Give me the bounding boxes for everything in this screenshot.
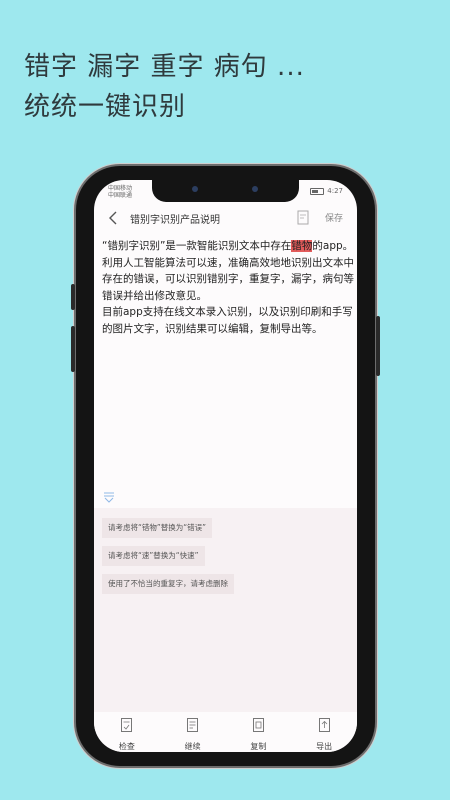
copy-button[interactable]: 复制 bbox=[226, 712, 292, 752]
nav-bar: 错别字识别产品说明 保存 bbox=[94, 204, 357, 232]
copy-label: 复制 bbox=[250, 742, 267, 751]
suggestion-item[interactable]: 请考虑将“错物”替换为“错误” bbox=[102, 518, 213, 538]
collapse-arrow-icon[interactable] bbox=[102, 490, 116, 504]
phone-mute-switch bbox=[71, 284, 75, 310]
paragraph-1-before: “错别字识别”是一款智能识别文本中存在 bbox=[102, 240, 292, 252]
camera-icon bbox=[192, 186, 198, 192]
back-chevron-icon[interactable] bbox=[106, 209, 122, 227]
carrier-1: 中国移动 bbox=[108, 185, 133, 192]
promo-headline-line1: 错字 漏字 重字 病句 ... bbox=[24, 52, 305, 82]
export-button[interactable]: 导出 bbox=[291, 712, 357, 752]
battery-icon bbox=[310, 187, 325, 195]
export-doc-icon bbox=[318, 718, 330, 732]
document-text[interactable]: “错别字识别”是一款智能识别文本中存在错物的app。利用人工智能算法可以速，准确… bbox=[102, 238, 354, 337]
phone-frame: 中国移动 中国联通 4:27 错别字识别产品说明 保存 “错别字识别”是一款智能… bbox=[71, 166, 380, 766]
paragraph-1: “错别字识别”是一款智能识别文本中存在错物的app。利用人工智能算法可以速，准确… bbox=[102, 238, 354, 304]
phone-power-button bbox=[376, 316, 380, 376]
check-doc-icon bbox=[121, 718, 133, 732]
export-label: 导出 bbox=[316, 742, 333, 751]
paragraph-2: 目前app支持在线文本录入识别，以及识别印刷和手写的图片文字，识别结果可以编辑，… bbox=[102, 306, 353, 335]
save-button[interactable]: 保存 bbox=[325, 211, 343, 224]
document-icon[interactable] bbox=[297, 210, 309, 225]
suggestion-item[interactable]: 使用了不恰当的重复字，请考虑删除 bbox=[102, 574, 234, 594]
app-screen: 中国移动 中国联通 4:27 错别字识别产品说明 保存 “错别字识别”是一款智能… bbox=[94, 180, 357, 752]
notch bbox=[152, 180, 299, 202]
continue-doc-icon bbox=[187, 718, 199, 732]
promo-headline-line2: 统统一键识别 bbox=[24, 92, 187, 122]
continue-label: 继续 bbox=[184, 742, 201, 751]
status-time: 4:27 bbox=[327, 187, 343, 195]
suggestions-panel: 请考虑将“错物”替换为“错误” 请考虑将“速”替换为“快速” 使用了不恰当的重复… bbox=[94, 508, 357, 713]
page-title: 错别字识别产品说明 bbox=[130, 215, 220, 226]
phone-volume-button bbox=[71, 326, 75, 372]
carrier-info: 中国移动 中国联通 bbox=[108, 185, 132, 199]
bottom-toolbar: 检查 继续 复制 导出 bbox=[94, 712, 357, 752]
copy-doc-icon bbox=[252, 718, 264, 732]
check-label: 检查 bbox=[118, 742, 135, 751]
sensor-icon bbox=[252, 186, 258, 192]
continue-button[interactable]: 继续 bbox=[160, 712, 226, 752]
error-highlight[interactable]: 错物 bbox=[291, 240, 313, 252]
carrier-2: 中国联通 bbox=[108, 192, 133, 199]
suggestion-item[interactable]: 请考虑将“速”替换为“快速” bbox=[102, 546, 205, 566]
status-right: 4:27 bbox=[310, 187, 343, 195]
check-button[interactable]: 检查 bbox=[94, 712, 160, 752]
